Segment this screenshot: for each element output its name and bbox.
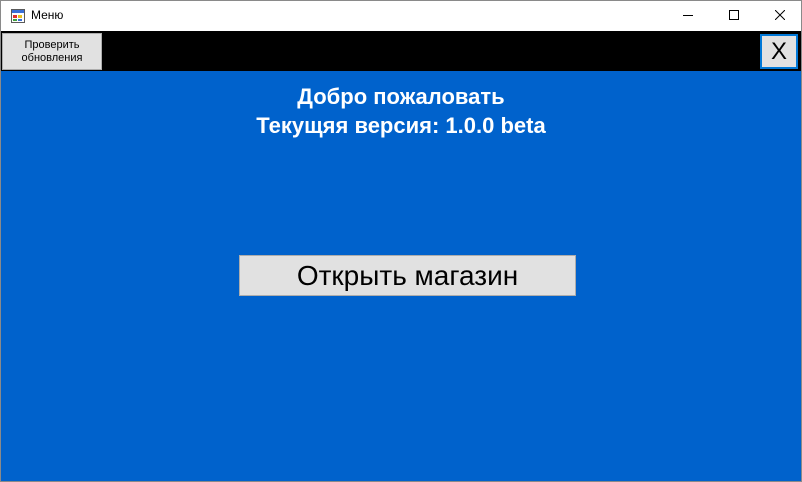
minimize-icon (683, 7, 693, 25)
minimize-button[interactable] (665, 1, 711, 31)
version-label: Текущяя версия: (256, 113, 440, 138)
version-line: Текущяя версия: 1.0.0 beta (1, 113, 801, 139)
maximize-button[interactable] (711, 1, 757, 31)
window-title: Меню (31, 8, 64, 22)
version-value: 1.0.0 beta (445, 113, 546, 138)
open-shop-button[interactable]: Открыть магазин (239, 255, 576, 296)
check-updates-button[interactable]: Проверить обновления (2, 33, 102, 70)
close-icon (774, 7, 786, 25)
welcome-heading: Добро пожаловать (297, 84, 505, 109)
app-form-icon (11, 9, 25, 23)
window-close-button[interactable] (757, 1, 801, 31)
title-bar[interactable]: Меню (1, 1, 801, 31)
maximize-icon (729, 7, 739, 25)
exit-button[interactable]: X (760, 34, 798, 69)
top-toolbar: Проверить обновления X (1, 31, 801, 71)
app-window: Меню Проверить обновления X Добро пожало… (0, 0, 802, 482)
main-panel: Добро пожаловать Текущяя версия: 1.0.0 b… (1, 71, 801, 481)
